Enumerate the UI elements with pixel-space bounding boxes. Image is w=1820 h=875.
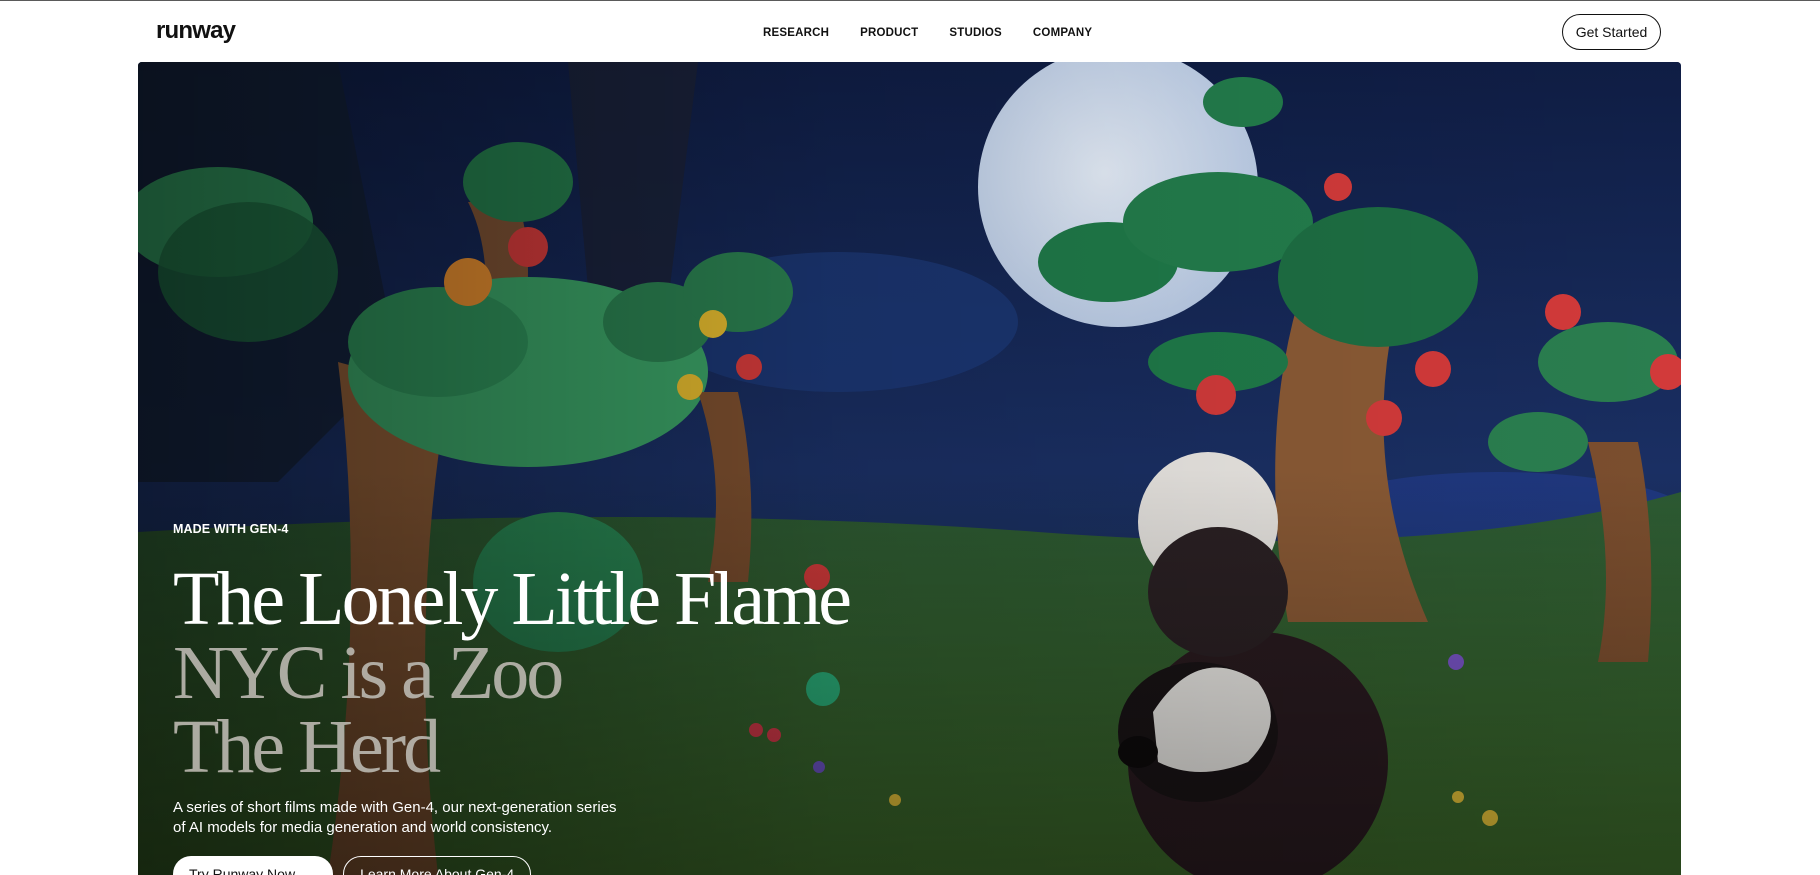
nav-item-research[interactable]: RESEARCH <box>763 27 829 39</box>
film-title-nyc-is-a-zoo[interactable]: NYC is a Zoo <box>173 635 1073 711</box>
nav-item-company[interactable]: COMPANY <box>1033 27 1092 39</box>
try-runway-now-label: Try Runway Now <box>189 866 296 875</box>
site-header: runway RESEARCH PRODUCT STUDIOS COMPANY … <box>0 1 1820 63</box>
try-runway-now-button[interactable]: Try Runway Now → <box>173 856 334 875</box>
runway-logo[interactable]: runway <box>156 17 236 45</box>
get-started-button[interactable]: Get Started <box>1562 14 1661 50</box>
film-title-lonely-little-flame[interactable]: The Lonely Little Flame <box>173 561 1073 637</box>
film-title-list: The Lonely Little Flame NYC is a Zoo The… <box>173 561 1073 785</box>
hero-content: MADE WITH GEN-4 The Lonely Little Flame … <box>173 522 1073 838</box>
hero-banner: MADE WITH GEN-4 The Lonely Little Flame … <box>138 62 1681 875</box>
learn-more-gen4-button[interactable]: Learn More About Gen-4 <box>343 856 532 875</box>
nav-item-product[interactable]: PRODUCT <box>860 27 918 39</box>
hero-button-group: Try Runway Now → Learn More About Gen-4 <box>173 856 532 875</box>
hero-eyebrow: MADE WITH GEN-4 <box>173 522 289 536</box>
nav-item-studios[interactable]: STUDIOS <box>949 27 1002 39</box>
hero-description: A series of short films made with Gen-4,… <box>173 799 617 836</box>
main-nav: RESEARCH PRODUCT STUDIOS COMPANY <box>763 27 1123 39</box>
film-title-the-herd[interactable]: The Herd <box>173 709 1073 785</box>
arrow-right-icon: → <box>303 866 318 875</box>
